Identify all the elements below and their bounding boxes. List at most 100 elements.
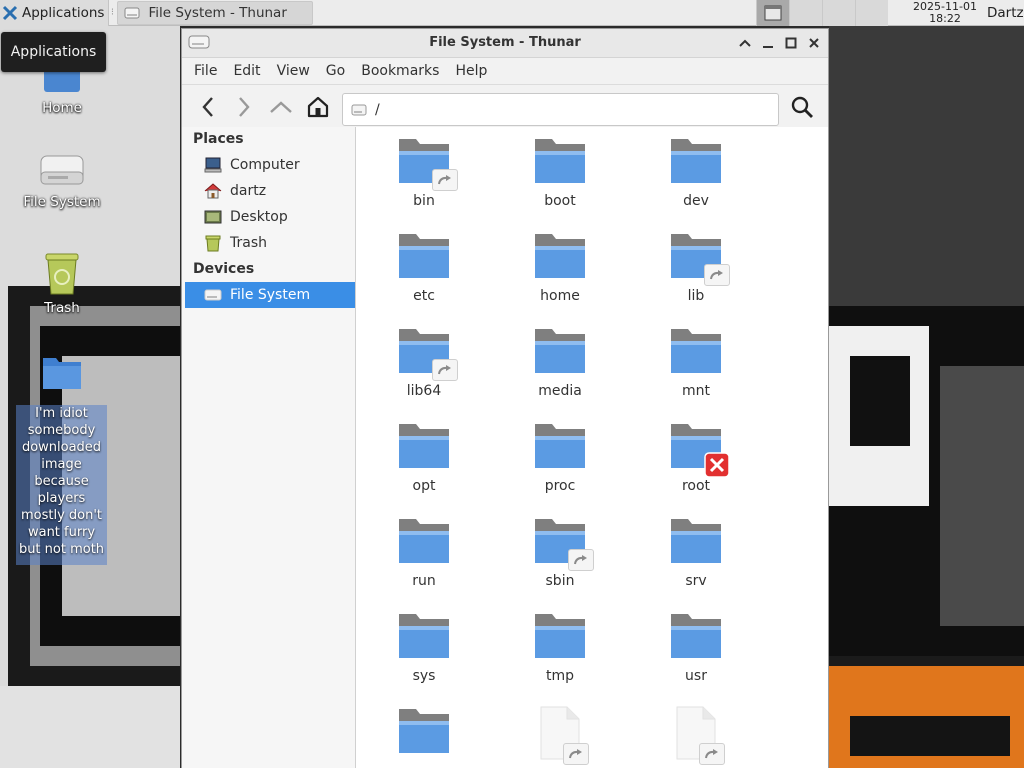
desktop-icon-note-folder[interactable] bbox=[14, 354, 110, 396]
file-item[interactable]: bin bbox=[374, 135, 474, 209]
maximize-button[interactable] bbox=[781, 33, 801, 53]
menu-file[interactable]: File bbox=[186, 63, 225, 79]
parent-folder-button[interactable] bbox=[265, 91, 297, 123]
menu-bookmarks[interactable]: Bookmarks bbox=[353, 63, 447, 79]
drive-icon bbox=[38, 150, 86, 190]
file-name: lib bbox=[687, 288, 705, 304]
home-button[interactable] bbox=[302, 91, 334, 123]
file-item[interactable]: lib64 bbox=[374, 325, 474, 399]
desktop-icon-trash[interactable]: Trash bbox=[14, 250, 110, 316]
note-line: downloaded bbox=[21, 440, 102, 455]
sidebar-item-filesystem[interactable]: File System bbox=[185, 282, 355, 308]
file-name: boot bbox=[544, 193, 576, 209]
file-name: tmp bbox=[545, 668, 574, 684]
folder-icon bbox=[532, 515, 594, 571]
menu-view[interactable]: View bbox=[269, 63, 318, 79]
file-item[interactable]: lib bbox=[646, 230, 746, 304]
file-item[interactable]: proc bbox=[510, 420, 610, 494]
note-line: players bbox=[37, 491, 86, 506]
symlink-emblem-icon bbox=[563, 743, 589, 765]
sidebar-item-dartz[interactable]: dartz bbox=[182, 178, 355, 204]
menu-help[interactable]: Help bbox=[447, 63, 495, 79]
workspace-4[interactable] bbox=[855, 0, 888, 26]
file-name: usr bbox=[685, 668, 707, 684]
file-name: dev bbox=[683, 193, 709, 209]
location-bar[interactable]: / bbox=[342, 93, 779, 126]
note-line: want furry bbox=[27, 525, 96, 540]
file-item[interactable] bbox=[374, 705, 474, 763]
file-name: bin bbox=[413, 193, 435, 209]
file-item[interactable]: dev bbox=[646, 135, 746, 209]
search-button[interactable] bbox=[786, 91, 818, 123]
toolbar: / bbox=[182, 85, 828, 130]
note-line: image bbox=[41, 457, 82, 472]
folder-icon bbox=[396, 325, 458, 381]
home-icon bbox=[204, 182, 222, 200]
workspace-3[interactable] bbox=[822, 0, 855, 26]
menu-bar: File Edit View Go Bookmarks Help bbox=[182, 58, 828, 85]
file-item[interactable]: srv bbox=[646, 515, 746, 589]
file-item[interactable]: home bbox=[510, 230, 610, 304]
file-name: home bbox=[540, 288, 580, 304]
workspace-1[interactable] bbox=[756, 0, 789, 26]
symlink-emblem-icon bbox=[432, 169, 458, 191]
drive-icon bbox=[204, 286, 222, 304]
taskbar-thunar[interactable]: File System - Thunar bbox=[117, 0, 314, 25]
file-item[interactable]: sbin bbox=[510, 515, 610, 589]
forward-button[interactable] bbox=[228, 91, 260, 123]
clock[interactable]: 2025-11-01 18:22 bbox=[905, 1, 985, 24]
note-line: somebody bbox=[27, 423, 96, 438]
file-item[interactable]: boot bbox=[510, 135, 610, 209]
no-access-emblem-icon bbox=[704, 452, 730, 478]
file-item[interactable]: sys bbox=[374, 610, 474, 684]
file-icon bbox=[537, 705, 589, 765]
minimize-icon bbox=[763, 46, 773, 48]
file-item[interactable]: tmp bbox=[510, 610, 610, 684]
sidebar-item-computer[interactable]: Computer bbox=[182, 152, 355, 178]
note-line: mostly don't bbox=[20, 508, 103, 523]
file-name: opt bbox=[412, 478, 436, 494]
file-item[interactable]: run bbox=[374, 515, 474, 589]
menu-go[interactable]: Go bbox=[318, 63, 353, 79]
file-name: lib64 bbox=[406, 383, 442, 399]
home-icon bbox=[307, 96, 329, 118]
file-item[interactable] bbox=[646, 705, 746, 767]
close-icon bbox=[809, 38, 819, 48]
minimize-button[interactable] bbox=[758, 33, 778, 53]
sidebar-item-label: Computer bbox=[230, 157, 300, 173]
trash-icon bbox=[38, 250, 86, 296]
desktop-icon-filesystem[interactable]: File System bbox=[14, 150, 110, 210]
close-button[interactable] bbox=[804, 33, 824, 53]
sidebar-item-desktop[interactable]: Desktop bbox=[182, 204, 355, 230]
sidebar-item-label: dartz bbox=[230, 183, 267, 199]
file-view[interactable]: bin boot dev etc home lib lib64 media mnt opt proc… bbox=[356, 127, 828, 768]
file-item[interactable]: media bbox=[510, 325, 610, 399]
desktop-icon-label: File System bbox=[23, 194, 101, 210]
folder-icon bbox=[396, 420, 452, 472]
file-item[interactable]: mnt bbox=[646, 325, 746, 399]
file-name: srv bbox=[685, 573, 707, 589]
desktop-icon-label: Home bbox=[42, 100, 82, 116]
workspace-2[interactable] bbox=[789, 0, 822, 26]
file-item[interactable]: root bbox=[646, 420, 746, 494]
applications-menu-button[interactable]: Applications bbox=[0, 0, 110, 26]
file-item[interactable]: etc bbox=[374, 230, 474, 304]
window-titlebar[interactable]: File System - Thunar bbox=[182, 29, 828, 58]
file-item[interactable]: opt bbox=[374, 420, 474, 494]
computer-icon bbox=[204, 156, 222, 174]
workspace-switcher[interactable] bbox=[756, 0, 888, 26]
file-item[interactable]: usr bbox=[646, 610, 746, 684]
back-button[interactable] bbox=[192, 91, 224, 123]
sidebar-item-label: Desktop bbox=[230, 209, 288, 225]
thunar-window: File System - Thunar File Edit View Go B… bbox=[181, 28, 829, 768]
shade-button[interactable] bbox=[735, 33, 755, 53]
sidebar-item-label: File System bbox=[230, 287, 311, 303]
menu-edit[interactable]: Edit bbox=[225, 63, 268, 79]
file-item[interactable] bbox=[510, 705, 610, 767]
user-menu[interactable]: Dartz bbox=[987, 5, 1024, 21]
location-path: / bbox=[375, 101, 380, 118]
folder-icon bbox=[396, 705, 452, 757]
sidebar-item-trash[interactable]: Trash bbox=[182, 230, 355, 256]
devices-heading: Devices bbox=[193, 261, 255, 277]
desktop-note-label[interactable]: I'm idiot somebody downloaded image beca… bbox=[16, 405, 107, 565]
